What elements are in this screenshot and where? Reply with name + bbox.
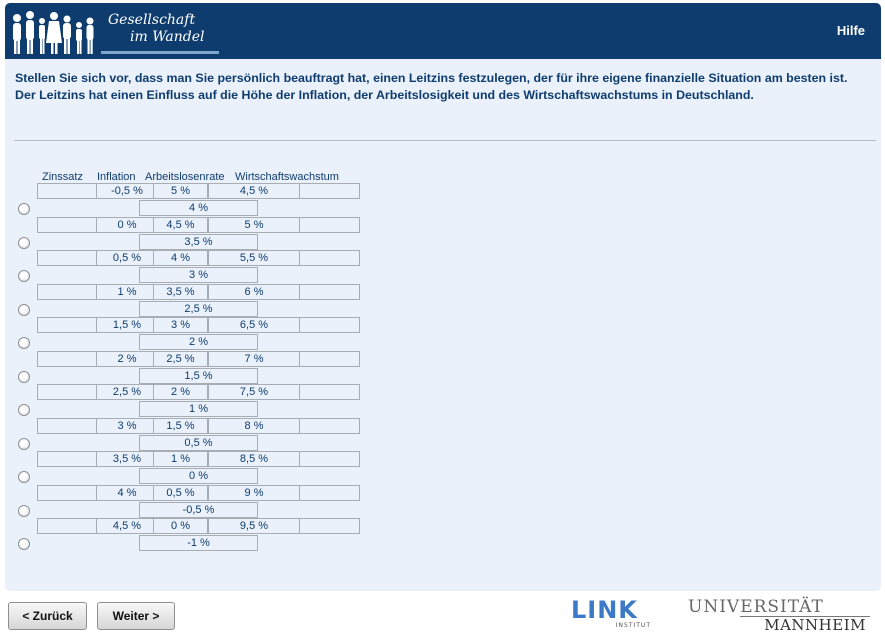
inflation-cell: 2,5 % [96,384,158,400]
option-radio[interactable] [18,538,30,550]
option-radio[interactable] [18,203,30,215]
zinssatz-cell: 3,5 % [139,233,258,250]
arbeitslosenrate-cell: 5 % [153,183,208,199]
zinssatz-cell: -0,5 % [139,501,258,518]
option-radio[interactable] [18,504,30,517]
zinssatz-cell: 3 % [139,267,258,283]
col-header-inflation: Inflation [97,171,136,183]
option-radio[interactable] [18,404,30,416]
col-header-zinssatz: Zinssatz [42,171,83,183]
wachstum-cell: 8 % [208,417,300,434]
arbeitslosenrate-cell: 0 % [153,518,208,534]
wachstum-cell: 7,5 % [208,384,300,400]
arbeitslosenrate-cell: 1 % [153,451,208,467]
question-text: Stellen Sie sich vor, dass man Sie persö… [15,71,848,102]
wachstum-cell: 5 % [208,216,300,233]
wachstum-cell: 5,5 % [208,250,300,266]
arbeitslosenrate-cell: 0,5 % [153,484,208,501]
inflation-cell: 3,5 % [96,451,158,467]
separator-line [14,140,876,141]
option-radio[interactable] [18,270,30,282]
col-header-wirtschaftswachstum: Wirtschaftswachstum [235,171,339,183]
arbeitslosenrate-cell: 2,5 % [153,350,208,367]
content-panel: Stellen Sie sich vor, dass man Sie persö… [5,59,881,591]
inflation-cell: 3 % [96,417,158,434]
inflation-cell: 2 % [96,350,158,367]
col-header-arbeitslosenrate: Arbeitslosenrate [145,171,225,183]
wachstum-cell: 6,5 % [208,317,300,333]
zinssatz-cell: 4 % [139,200,258,216]
option-radio[interactable] [18,471,30,483]
zinssatz-cell: 1 % [139,401,258,417]
link-institut-logo: LINK INSTITUT [571,598,655,630]
inflation-cell: 1 % [96,283,158,300]
wachstum-cell: 8,5 % [208,451,300,467]
arbeitslosenrate-cell: 3,5 % [153,283,208,300]
arbeitslosenrate-cell: 2 % [153,384,208,400]
inflation-cell: 1,5 % [96,317,158,333]
zinssatz-cell: 2 % [139,334,258,350]
inflation-cell: 0,5 % [96,250,158,266]
link-logo-word: LINK [571,596,638,624]
wachstum-cell: 6 % [208,283,300,300]
zinssatz-cell: 1,5 % [139,367,258,384]
header-bar: Gesellschaft im Wandel Hilfe [5,3,881,59]
zinssatz-cell: 0 % [139,468,258,484]
inflation-cell: 4 % [96,484,158,501]
option-radio[interactable] [18,370,30,383]
inflation-cell: 4,5 % [96,518,158,534]
wachstum-cell: 9,5 % [208,518,300,534]
arbeitslosenrate-cell: 1,5 % [153,417,208,434]
next-button[interactable]: Weiter > [97,602,175,630]
option-radio[interactable] [18,337,30,349]
uni-logo-line2: MANNHEIM [740,616,870,633]
option-radio[interactable] [18,236,30,249]
help-link[interactable]: Hilfe [837,23,865,38]
university-mannheim-logo: UNIVERSITÄT MANNHEIM [688,597,870,633]
logo-title-line1: Gesellschaft [108,12,196,28]
zinssatz-cell: -1 % [139,535,258,551]
wachstum-cell: 4,5 % [208,183,300,199]
uni-logo-line1: UNIVERSITÄT [688,597,824,617]
logo-title: Gesellschaft im Wandel [108,12,204,46]
arbeitslosenrate-cell: 3 % [153,317,208,333]
inflation-cell: -0,5 % [96,183,158,199]
arbeitslosenrate-cell: 4,5 % [153,216,208,233]
option-radio[interactable] [18,437,30,450]
logo-title-line2: im Wandel [130,29,205,45]
option-radio[interactable] [18,303,30,316]
wachstum-cell: 9 % [208,484,300,501]
arbeitslosenrate-cell: 4 % [153,250,208,266]
back-button[interactable]: < Zurück [8,602,87,630]
zinssatz-cell: 2,5 % [139,300,258,317]
logo-stripe [101,51,219,54]
wachstum-cell: 7 % [208,350,300,367]
people-silhouettes-logo [13,11,94,54]
inflation-cell: 0 % [96,216,158,233]
zinssatz-cell: 0,5 % [139,434,258,451]
